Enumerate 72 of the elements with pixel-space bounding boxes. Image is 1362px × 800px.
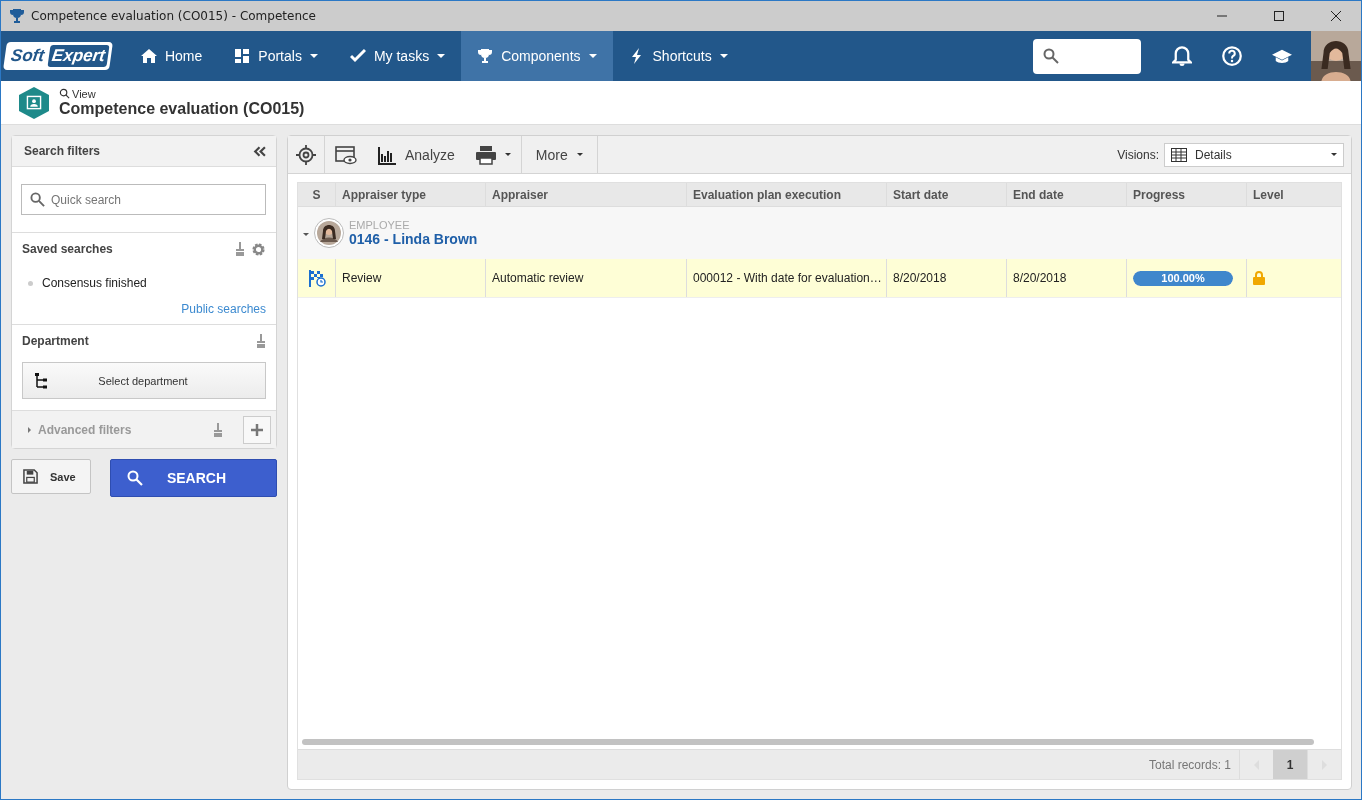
dashboard-icon	[234, 48, 251, 64]
table-cell: Automatic review	[486, 259, 687, 297]
table-row[interactable]: Review Automatic review 000012 - With date for evaluation… 8/20/2018 8/20/2018 100.00%	[298, 259, 1341, 298]
broom-icon[interactable]	[256, 334, 266, 348]
nav-menu-item[interactable]: My tasks	[333, 31, 462, 81]
employee-name[interactable]: 0146 - Linda Brown	[349, 231, 478, 247]
nav-menu-item[interactable]: Portals	[218, 31, 334, 81]
table-cell: 8/20/2018	[1007, 259, 1127, 297]
visions-dropdown[interactable]: Details	[1164, 142, 1344, 167]
section-title: Department	[22, 334, 89, 348]
search-field[interactable]	[1033, 38, 1141, 74]
logo[interactable]: Soft Expert	[3, 42, 113, 70]
bell-icon[interactable]	[1172, 46, 1192, 66]
more-menu-button[interactable]: More	[521, 136, 598, 173]
flag-icon	[307, 269, 326, 287]
expand-toggle[interactable]	[303, 233, 309, 236]
group-type: EMPLOYEE	[349, 219, 411, 231]
table-cell: 8/20/2018	[887, 259, 1007, 297]
analyze-button[interactable]: Analyze	[367, 136, 465, 173]
add-button[interactable]	[243, 415, 271, 444]
table-icon	[1171, 147, 1187, 162]
public-searches-link[interactable]: Public searches	[181, 302, 266, 316]
column-header[interactable]: Appraiser	[486, 183, 687, 206]
nav-menu-item[interactable]: Home	[124, 31, 219, 81]
search-icon	[127, 470, 143, 486]
bar-chart-icon	[377, 144, 397, 165]
mode-label: View	[72, 87, 96, 100]
page-title: Competence evaluation (CO015)	[59, 99, 305, 118]
visions-label: Visions:	[1117, 147, 1159, 162]
window-eye-icon	[335, 144, 357, 165]
target-icon	[296, 144, 316, 165]
page-button[interactable]: 1	[1273, 750, 1307, 779]
search-button[interactable]: SEARCH	[110, 459, 277, 497]
column-header[interactable]: S	[298, 183, 336, 206]
home-icon	[140, 48, 157, 64]
settings-icon[interactable]	[251, 241, 266, 257]
column-header[interactable]: End date	[1007, 183, 1127, 206]
column-header[interactable]: Level	[1247, 183, 1341, 206]
search-icon	[59, 88, 70, 99]
column-header[interactable]: Appraiser type	[336, 183, 486, 206]
trophy-icon	[9, 8, 25, 24]
badge-icon	[19, 85, 49, 120]
quick-search-field[interactable]: Quick search	[21, 184, 266, 215]
trophy-icon	[477, 48, 494, 64]
help-icon[interactable]	[1222, 46, 1242, 66]
panel-title: Search filters	[24, 144, 101, 158]
search-icon	[30, 192, 45, 207]
column-header[interactable]: Progress	[1127, 183, 1247, 206]
scrollbar[interactable]	[302, 739, 1314, 745]
table-cell: Review	[336, 259, 486, 297]
window-title: Competence evaluation (CO015) - Competence	[31, 9, 316, 23]
section-title: Saved searches	[22, 242, 113, 256]
printer-icon	[474, 144, 497, 165]
search-icon	[1043, 48, 1059, 64]
tree-icon	[35, 372, 47, 389]
broom-icon[interactable]	[213, 422, 223, 437]
column-header[interactable]: Start date	[887, 183, 1007, 206]
nav-menu-item[interactable]: Components	[461, 31, 613, 81]
saved-search-item[interactable]: Consensus finished	[42, 276, 147, 290]
save-button[interactable]: Save	[11, 459, 91, 494]
nav-menu-item[interactable]: Shortcuts	[612, 31, 744, 81]
total-records: Total records: 1	[1148, 757, 1231, 772]
close-icon[interactable]	[1331, 11, 1341, 21]
select-department-button[interactable]: Select department	[22, 362, 266, 399]
collapse-icon[interactable]	[253, 145, 266, 157]
table-cell: 000012 - With date for evaluation…	[687, 259, 887, 297]
maximize-icon[interactable]	[1274, 11, 1284, 21]
broom-icon[interactable]	[235, 242, 245, 256]
plus-icon	[251, 423, 263, 436]
progress-bar: 100.00%	[1133, 270, 1233, 286]
column-header[interactable]: Evaluation plan execution	[687, 183, 887, 206]
check-icon	[349, 48, 366, 64]
